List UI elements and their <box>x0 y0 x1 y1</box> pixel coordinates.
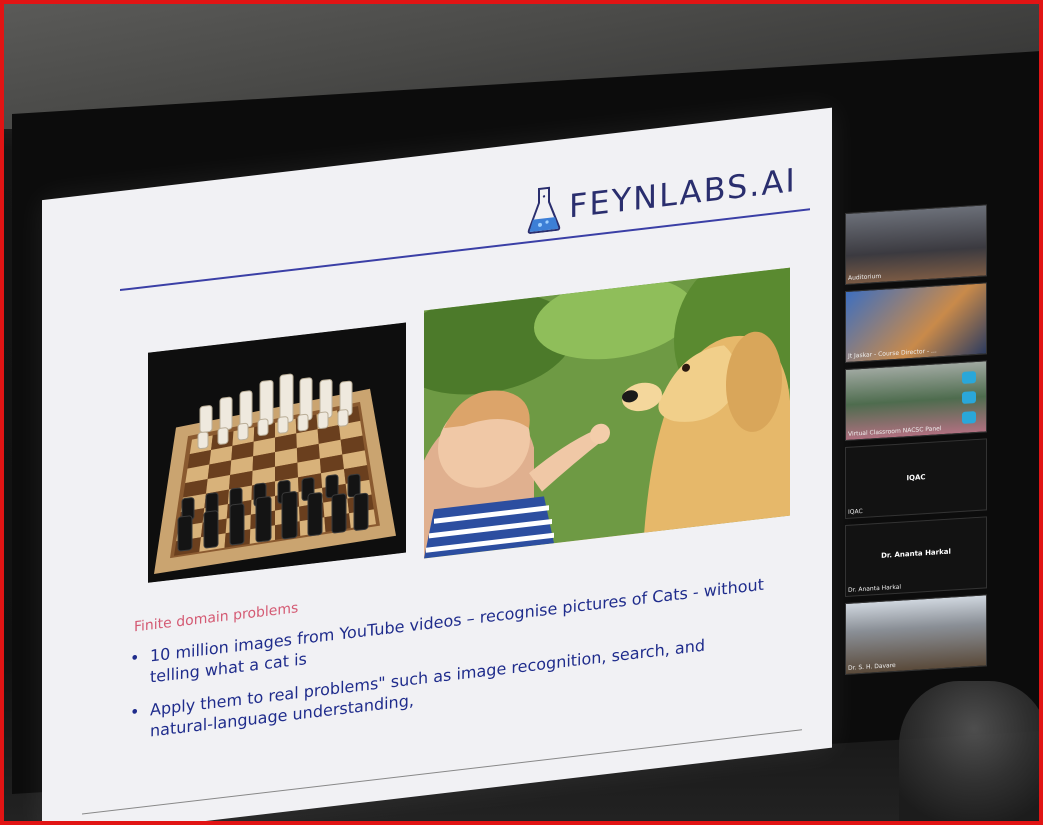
share-icon[interactable] <box>962 391 976 404</box>
participant-label: Virtual Classroom NACSC Panel <box>848 425 942 438</box>
participant-tile-iqac[interactable]: IQAC IQAC <box>845 438 987 520</box>
feynlabs-logo: FEYNLABS.AI <box>527 157 797 235</box>
child-and-dog-image <box>424 267 790 559</box>
participant-tile-director[interactable]: Jt Jaskar - Course Director - ... <box>845 282 987 364</box>
bullet-list: 10 million images from YouTube videos – … <box>122 573 772 757</box>
participant-label: Auditorium <box>848 272 882 282</box>
participant-label: Dr. S. H. Davare <box>848 661 896 672</box>
chess-board-image <box>148 322 406 583</box>
participant-name: Dr. Ananta Harkal <box>881 547 951 560</box>
photo-frame: FEYNLABS.AI Finite domain problems • 10 … <box>0 0 1043 825</box>
flask-icon <box>527 184 561 234</box>
video-call-panel: Auditorium Jt Jaskar - Course Director -… <box>845 204 993 693</box>
participant-label: Dr. Ananta Harkal <box>848 583 902 594</box>
panel-toolbar <box>962 362 986 431</box>
participant-tile-davare[interactable]: Dr. S. H. Davare <box>845 594 987 676</box>
participant-tile-harkal[interactable]: Dr. Ananta Harkal Dr. Ananta Harkal <box>845 516 987 598</box>
participant-name: IQAC <box>906 473 926 483</box>
screen-icon[interactable] <box>962 411 976 424</box>
presentation-slide: FEYNLABS.AI Finite domain problems • 10 … <box>42 107 832 821</box>
display-monitor: FEYNLABS.AI Finite domain problems • 10 … <box>12 51 1039 821</box>
participant-tile-auditorium[interactable]: Auditorium <box>845 204 987 286</box>
plastic-bag <box>899 681 1039 821</box>
home-icon[interactable] <box>962 371 976 384</box>
participant-label: IQAC <box>848 507 863 516</box>
participant-label: Jt Jaskar - Course Director - ... <box>848 347 937 360</box>
